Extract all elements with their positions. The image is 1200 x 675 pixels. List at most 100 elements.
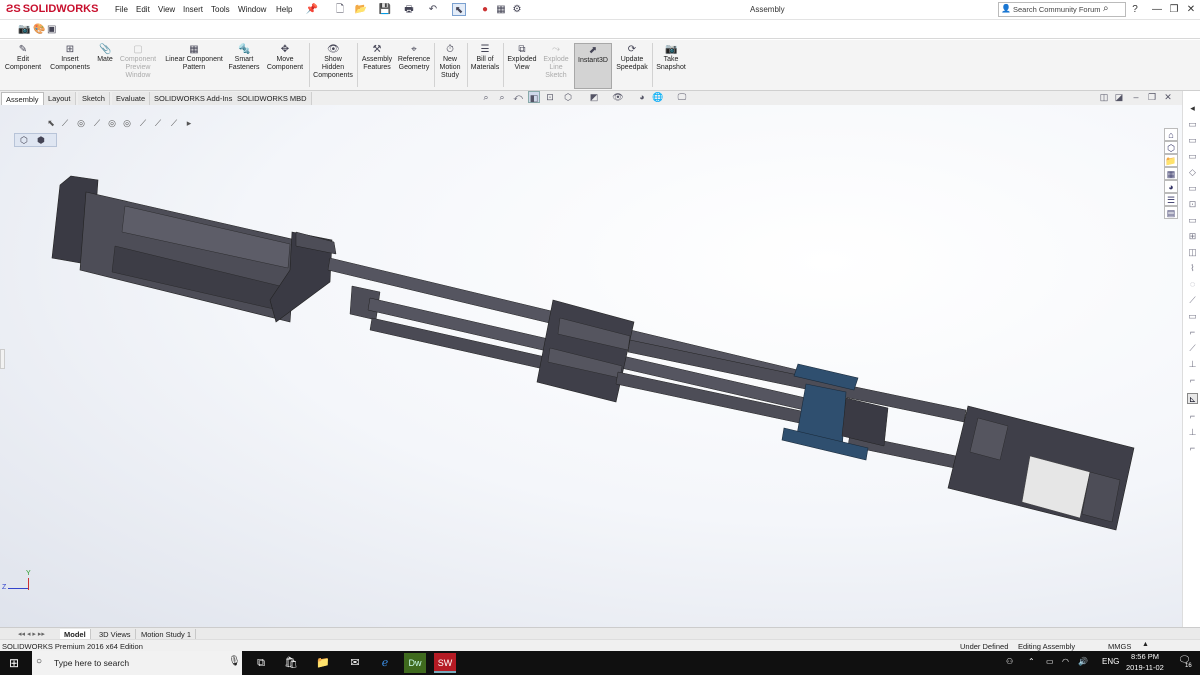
close-icon[interactable]: ✕ (1184, 3, 1198, 17)
menu-insert[interactable]: Insert (183, 5, 203, 14)
wifi-icon[interactable]: ◠ (1062, 657, 1069, 666)
mate-concentric-2-icon[interactable]: ◎ (106, 117, 118, 129)
search-icon[interactable]: ⌕ (1103, 3, 1109, 14)
edit-appearance-icon[interactable]: ◕ (636, 91, 648, 103)
smart-fasteners-button[interactable]: 🔩 Smart Fasteners (227, 43, 261, 89)
resources-icon[interactable]: ⬡ (1164, 141, 1178, 154)
solidworks-taskbar-icon[interactable]: SW (434, 653, 456, 673)
assembly-model[interactable] (0, 105, 1182, 627)
hide-show-items-icon[interactable]: 👁 (612, 91, 624, 103)
viewport-minimize-icon[interactable]: – (1130, 91, 1142, 103)
file-properties-icon[interactable]: ▦ (494, 3, 508, 16)
tab-sketch[interactable]: Sketch (78, 92, 110, 105)
menu-file[interactable]: File (115, 5, 128, 14)
select-icon[interactable]: ⬉ (452, 3, 466, 16)
display-style-icon[interactable]: ◩ (588, 91, 600, 103)
edge-icon[interactable]: ℯ (374, 653, 396, 673)
menu-view[interactable]: View (158, 5, 175, 14)
tool-10-icon[interactable]: ⌇ (1187, 263, 1198, 274)
file-explorer-icon[interactable]: ▦ (1164, 167, 1178, 180)
tool-2-icon[interactable]: ▭ (1187, 135, 1198, 146)
tool-14-icon[interactable]: ⌐ (1187, 327, 1198, 338)
take-snapshot-button[interactable]: 📷 Take Snapshot (654, 43, 688, 89)
view-palette-icon[interactable]: 🎨 (33, 24, 45, 35)
solidworks-logo[interactable]: ƧS SOLIDWORKS (6, 3, 98, 15)
open-icon[interactable]: 📂 (354, 3, 368, 16)
task-view-icon[interactable]: ⧉ (250, 653, 272, 673)
design-library-icon[interactable]: 📁 (1164, 154, 1178, 167)
tool-12-icon[interactable]: ⟋ (1187, 295, 1198, 306)
tool-18-active-icon[interactable]: ⊾ (1187, 393, 1198, 404)
tool-21-icon[interactable]: ⌐ (1187, 443, 1198, 454)
microphone-icon[interactable]: 🎙 (228, 656, 241, 667)
appearances-icon[interactable]: ◕ (1164, 180, 1178, 193)
collapse-arrow-icon[interactable]: ◂ (1187, 103, 1198, 114)
selection-breadcrumb[interactable]: ⬡ ⬢ (14, 133, 57, 147)
assembly-features-button[interactable]: ⚒ Assembly Features (359, 43, 395, 89)
tool-17-icon[interactable]: ⌐ (1187, 375, 1198, 386)
viewport-close-icon[interactable]: ✕ (1162, 91, 1174, 103)
linear-component-pattern-button[interactable]: ▦ Linear Component Pattern (162, 43, 226, 89)
breadcrumb-arrow-icon[interactable]: ⬉ (45, 117, 57, 129)
tool-9-icon[interactable]: ◫ (1187, 247, 1198, 258)
zoom-area-icon[interactable]: ⌕ (496, 91, 508, 103)
dreamweaver-icon[interactable]: Dw (404, 653, 426, 673)
tab-assembly[interactable]: Assembly (1, 92, 44, 105)
mate-parallel-icon[interactable]: ⟋ (91, 117, 103, 129)
breadcrumb-expand-icon[interactable]: ▸ (183, 117, 195, 129)
network-icon[interactable]: ▭ (1046, 657, 1054, 666)
mate-concentric-3-icon[interactable]: ◎ (121, 117, 133, 129)
people-icon[interactable]: ⚇ (1006, 657, 1013, 666)
help-button[interactable]: ? (1128, 3, 1142, 17)
tool-3-icon[interactable]: ▭ (1187, 151, 1198, 162)
instant3d-button[interactable]: ⬈ Instant3D (574, 43, 612, 89)
viewport-split-icon[interactable]: ◫ (1098, 91, 1110, 103)
tool-8-icon[interactable]: ⊞ (1187, 231, 1198, 242)
tool-11-icon[interactable]: ◌ (1187, 279, 1198, 290)
update-speedpak-button[interactable]: ⟳ Update Speedpak (614, 43, 650, 89)
windows-start-icon[interactable]: ⊞ (9, 656, 19, 670)
camera-icon[interactable]: 📷 (18, 24, 30, 35)
language-indicator[interactable]: ENG (1102, 657, 1119, 666)
units-selector[interactable]: MMGS (1108, 642, 1131, 651)
undo-icon[interactable]: ↶ (426, 3, 440, 16)
file-explorer-taskbar-icon[interactable]: 📁 (312, 653, 334, 673)
rebuild-icon[interactable]: ● (478, 3, 492, 16)
custom-properties-icon[interactable]: ☰ (1164, 193, 1178, 206)
mate-concentric-icon[interactable]: ◎ (75, 117, 87, 129)
clock-date[interactable]: 2019-11-02 (1126, 663, 1164, 672)
tab-layout[interactable]: Layout (44, 92, 76, 105)
show-hidden-components-button[interactable]: 👁 Show Hidden Components (311, 43, 355, 89)
clock-time[interactable]: 8:56 PM (1128, 652, 1162, 661)
explode-line-sketch-button[interactable]: ⤳ Explode Line Sketch (540, 43, 572, 89)
minimize-icon[interactable]: — (1150, 3, 1164, 17)
menu-edit[interactable]: Edit (136, 5, 150, 14)
forum-icon[interactable]: ▤ (1164, 206, 1178, 219)
feature-tree-expand-handle[interactable] (0, 349, 5, 369)
tool-19-icon[interactable]: ⌐ (1187, 411, 1198, 422)
tool-20-icon[interactable]: ⊥ (1187, 427, 1198, 438)
move-component-button[interactable]: ✥ Move Component (264, 43, 306, 89)
view-settings-icon[interactable]: 🖵 (676, 91, 688, 103)
apply-scene-icon[interactable]: 🌐 (652, 91, 664, 103)
save-icon[interactable]: 💾 (378, 3, 392, 16)
new-document-icon[interactable]: 🗋 (333, 3, 347, 16)
insert-components-button[interactable]: ⊞ Insert Components (47, 43, 93, 89)
component-preview-window-button[interactable]: ▢ Component Preview Window (117, 43, 159, 89)
mate-angle-icon[interactable]: ⟋ (137, 117, 149, 129)
tab-evaluate[interactable]: Evaluate (112, 92, 151, 105)
store-icon[interactable]: 🛍 (280, 653, 302, 673)
tool-7-icon[interactable]: ▭ (1187, 215, 1198, 226)
mate-coincident-icon[interactable]: ⟋ (59, 117, 71, 129)
units-dropdown-icon[interactable]: ▲ (1142, 641, 1149, 648)
tab-mbd[interactable]: SOLIDWORKS MBD (233, 92, 312, 105)
print-icon[interactable]: 🖶 (402, 3, 416, 16)
previous-view-icon[interactable]: ⤺ (512, 91, 524, 103)
edit-component-button[interactable]: ✎ Edit Component (3, 43, 43, 89)
graphics-area[interactable]: Y Z (0, 105, 1182, 627)
reference-geometry-button[interactable]: ⌖ Reference Geometry (396, 43, 432, 89)
pin-icon[interactable]: 📌 (305, 3, 319, 16)
tool-13-icon[interactable]: ▭ (1187, 311, 1198, 322)
tool-6-icon[interactable]: ⊡ (1187, 199, 1198, 210)
menu-window[interactable]: Window (238, 5, 266, 14)
